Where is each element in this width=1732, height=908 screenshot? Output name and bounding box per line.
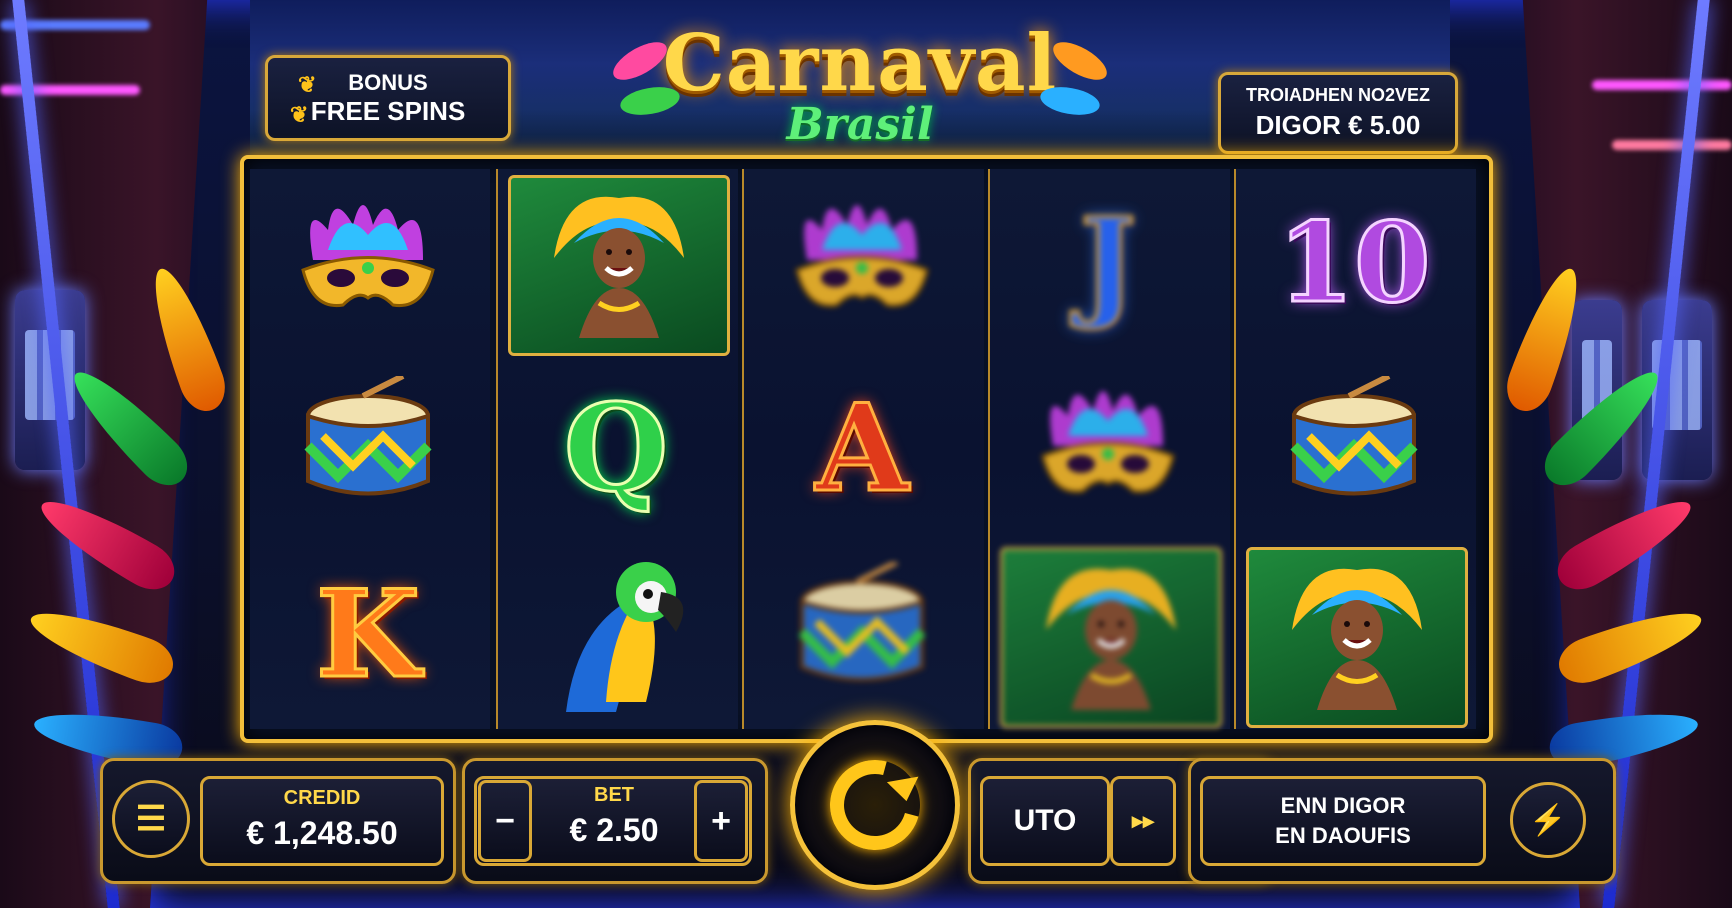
reel-3: A <box>742 169 984 729</box>
reel-1: K <box>250 169 490 729</box>
reel-symbol: A <box>754 361 970 536</box>
reel-symbol <box>508 547 724 722</box>
parrot-icon <box>536 552 696 717</box>
reel-symbol: J <box>1000 175 1216 350</box>
dancer-icon <box>534 188 704 343</box>
spin-arrow-icon <box>813 743 937 867</box>
reel-symbol <box>754 175 970 350</box>
credit-value: € 1,248.50 <box>246 815 398 851</box>
bet-label: BET <box>594 784 634 806</box>
mask-icon <box>777 190 947 335</box>
drum-icon <box>293 373 443 521</box>
reel-grid: K Q A J 10 <box>240 155 1493 743</box>
jackpot-title: TROIADHEN NO2VEZ <box>1245 85 1431 105</box>
letter-symbol-a: A <box>814 377 910 519</box>
reel-symbol <box>260 175 476 350</box>
plus-icon: + <box>711 801 731 840</box>
info-line-1: ENN DIGOR <box>1280 793 1406 818</box>
reel-symbol <box>754 547 970 722</box>
reel-symbol <box>508 175 730 356</box>
reel-symbol: Q <box>508 361 724 536</box>
jackpot-value: DIGOR € 5.00 <box>1255 110 1421 140</box>
neon-light <box>1612 140 1732 150</box>
game-title: Carnaval <box>662 18 1058 109</box>
reel-symbol: K <box>260 547 476 722</box>
drum-icon <box>1279 373 1429 521</box>
mask-icon <box>1023 376 1193 521</box>
bet-display: BET € 2.50 <box>530 776 698 860</box>
leaf-icon: ❦ <box>290 102 309 127</box>
dancer-icon <box>1026 560 1196 715</box>
minus-icon: − <box>495 801 515 840</box>
fast-forward-icon: ▸▸ <box>1131 808 1155 833</box>
bet-decrease-button[interactable]: − <box>478 780 532 862</box>
menu-icon: ☰ <box>135 800 167 838</box>
letter-symbol-j: J <box>1078 191 1138 333</box>
lightning-icon: ⚡ <box>1529 803 1567 837</box>
reel-2: Q <box>496 169 738 729</box>
info-display: ENN DIGOR EN DAOUFIS <box>1200 776 1486 866</box>
reel-symbol <box>260 361 476 536</box>
reel-symbol <box>1246 547 1468 728</box>
reel-4: J <box>988 169 1230 729</box>
bet-value: € 2.50 <box>569 812 659 848</box>
reel-symbol <box>1000 547 1222 728</box>
bonus-free-spins-badge[interactable]: ❦ ❦ BONUS FREE SPINS <box>265 55 511 141</box>
game-logo: Carnaval Brasil <box>607 8 1113 168</box>
reel-5: 10 <box>1234 169 1476 729</box>
letter-symbol-q: Q <box>562 377 670 519</box>
leaf-icon: ❦ <box>298 72 317 97</box>
menu-button[interactable]: ☰ <box>112 780 190 858</box>
reel-symbol: 10 <box>1246 175 1462 350</box>
dancer-icon <box>1272 560 1442 715</box>
auto-label: UTO <box>1013 804 1077 837</box>
reel-symbol <box>1000 361 1216 536</box>
credit-label: CREDID <box>283 787 361 809</box>
spin-button[interactable] <box>790 720 960 890</box>
letter-symbol-k: K <box>314 563 421 705</box>
credit-display: CREDID € 1,248.50 <box>200 776 444 866</box>
jackpot-panel: TROIADHEN NO2VEZ DIGOR € 5.00 <box>1218 72 1458 154</box>
mask-icon <box>283 190 453 335</box>
letter-symbol-10: 10 <box>1276 197 1432 327</box>
turbo-button[interactable]: ▸▸ <box>1110 776 1176 866</box>
drum-icon <box>787 559 937 707</box>
reel-symbol <box>1246 361 1462 536</box>
bet-increase-button[interactable]: + <box>694 780 748 862</box>
neon-light <box>1592 80 1732 90</box>
quick-spin-button[interactable]: ⚡ <box>1510 782 1586 858</box>
auto-spin-button[interactable]: UTO <box>980 776 1110 866</box>
info-line-2: EN DAOUFIS <box>1275 823 1411 848</box>
